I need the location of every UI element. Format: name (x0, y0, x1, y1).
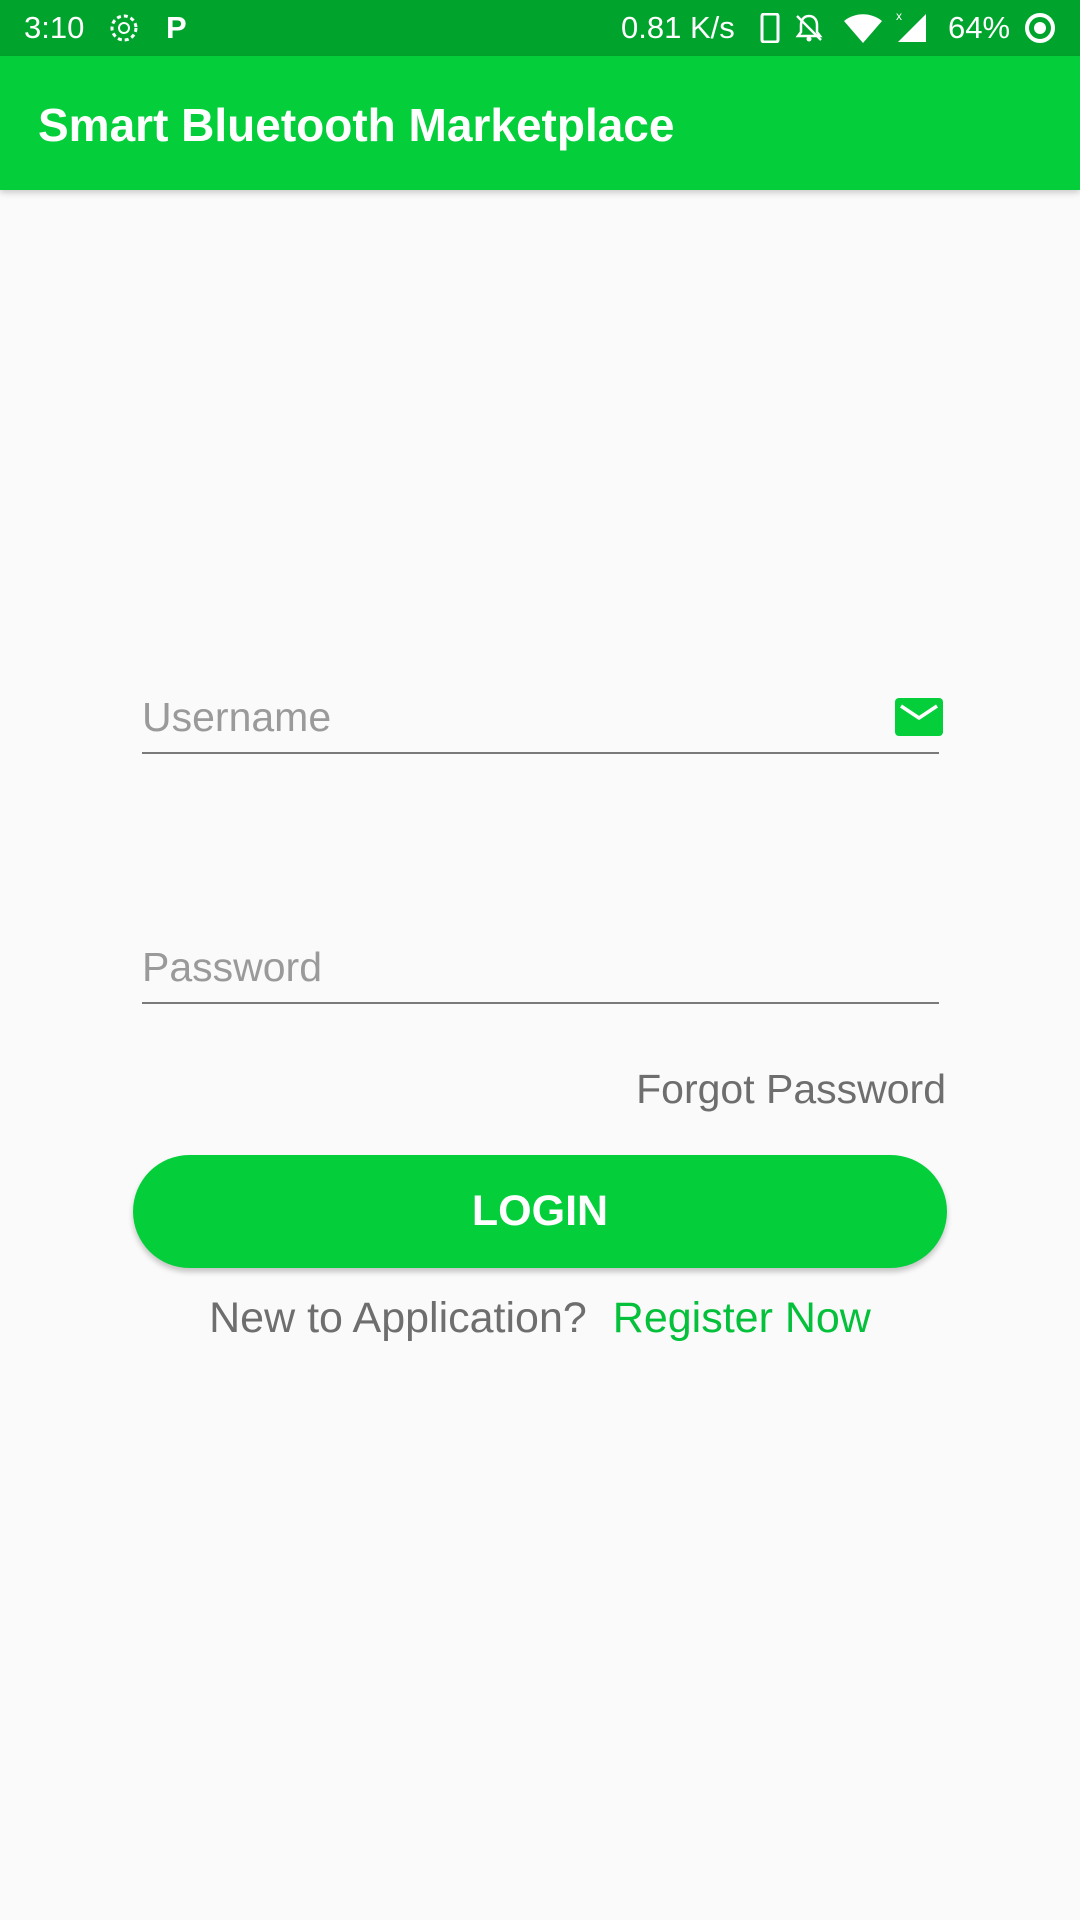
mail-icon (895, 698, 943, 736)
app-title: Smart Bluetooth Marketplace (38, 99, 675, 151)
forgot-password-link[interactable]: Forgot Password (636, 1066, 946, 1113)
sync-icon (110, 14, 138, 42)
bell-off-icon (795, 14, 823, 42)
status-time: 3:10 (24, 10, 85, 45)
wifi-icon (844, 14, 882, 43)
network-speed: 0.81 K/s (621, 10, 735, 45)
password-input[interactable] (142, 932, 862, 1002)
status-bar: 3:10 P 0.81 K/s x 64% (0, 0, 1080, 56)
app-bar: Smart Bluetooth Marketplace (0, 56, 1080, 190)
phone-icon (760, 13, 780, 43)
register-now-link[interactable]: Register Now (613, 1294, 871, 1342)
svg-text:x: x (896, 9, 902, 23)
signal-icon: x (896, 9, 926, 42)
login-button[interactable]: LOGIN (133, 1155, 947, 1268)
register-prompt: New to Application? (209, 1294, 587, 1342)
register-row: New to Application? Register Now (0, 1294, 1080, 1343)
battery-icon (1025, 13, 1055, 43)
username-field (142, 682, 943, 754)
p-icon: P (166, 10, 187, 45)
username-input[interactable] (142, 682, 862, 752)
battery-percent: 64% (948, 10, 1011, 45)
password-field (142, 932, 939, 1004)
